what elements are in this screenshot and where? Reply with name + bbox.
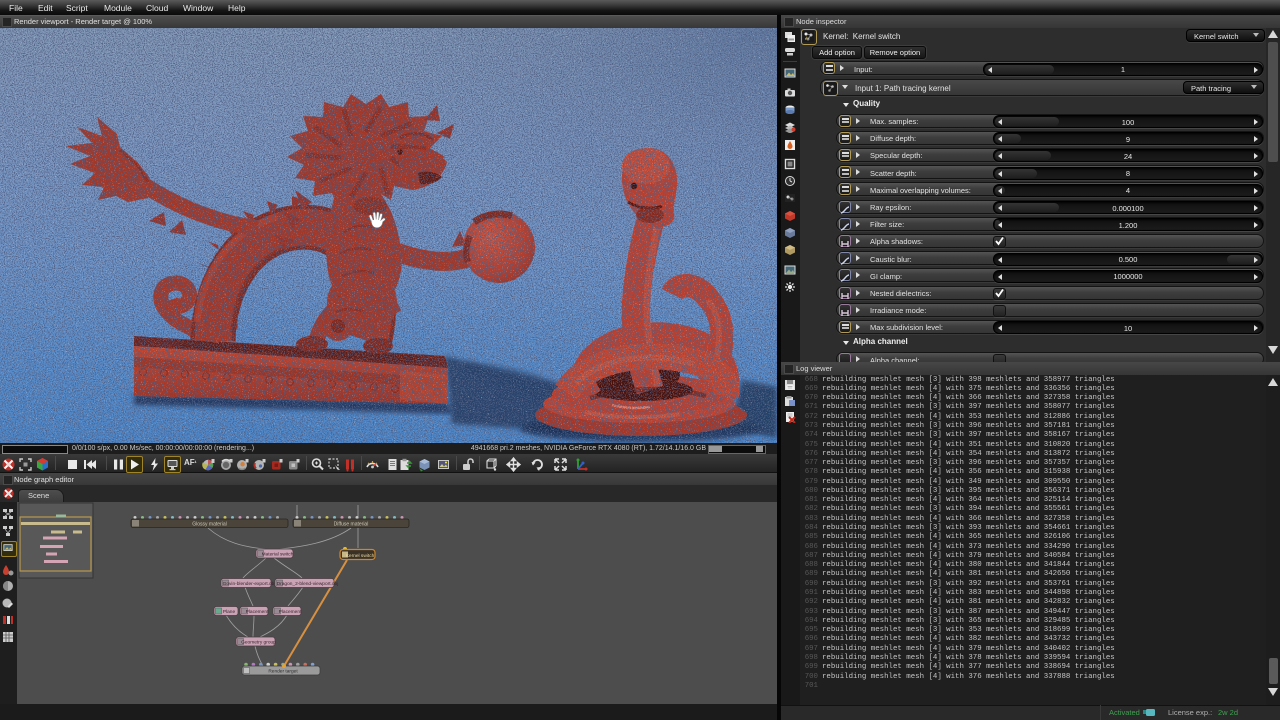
svg-text:Render target: Render target [268,669,298,675]
svg-text:Dragon_2-blend-viewport.obj: Dragon_2-blend-viewport.obj [277,581,339,587]
svg-text:Govin-blender-export.obj: Govin-blender-export.obj [223,581,276,587]
svg-text:Glossy material: Glossy material [192,522,226,528]
svg-text:Placement: Placement [246,609,269,615]
svg-text:Kernel switch: Kernel switch [346,553,375,559]
svg-text:Diffuse material: Diffuse material [334,522,369,528]
svg-text:Material switch: Material switch [262,552,294,558]
svg-text:Plane: Plane [223,609,236,615]
svg-text:Placement: Placement [279,609,302,615]
svg-text:Geometry group: Geometry group [241,640,276,646]
